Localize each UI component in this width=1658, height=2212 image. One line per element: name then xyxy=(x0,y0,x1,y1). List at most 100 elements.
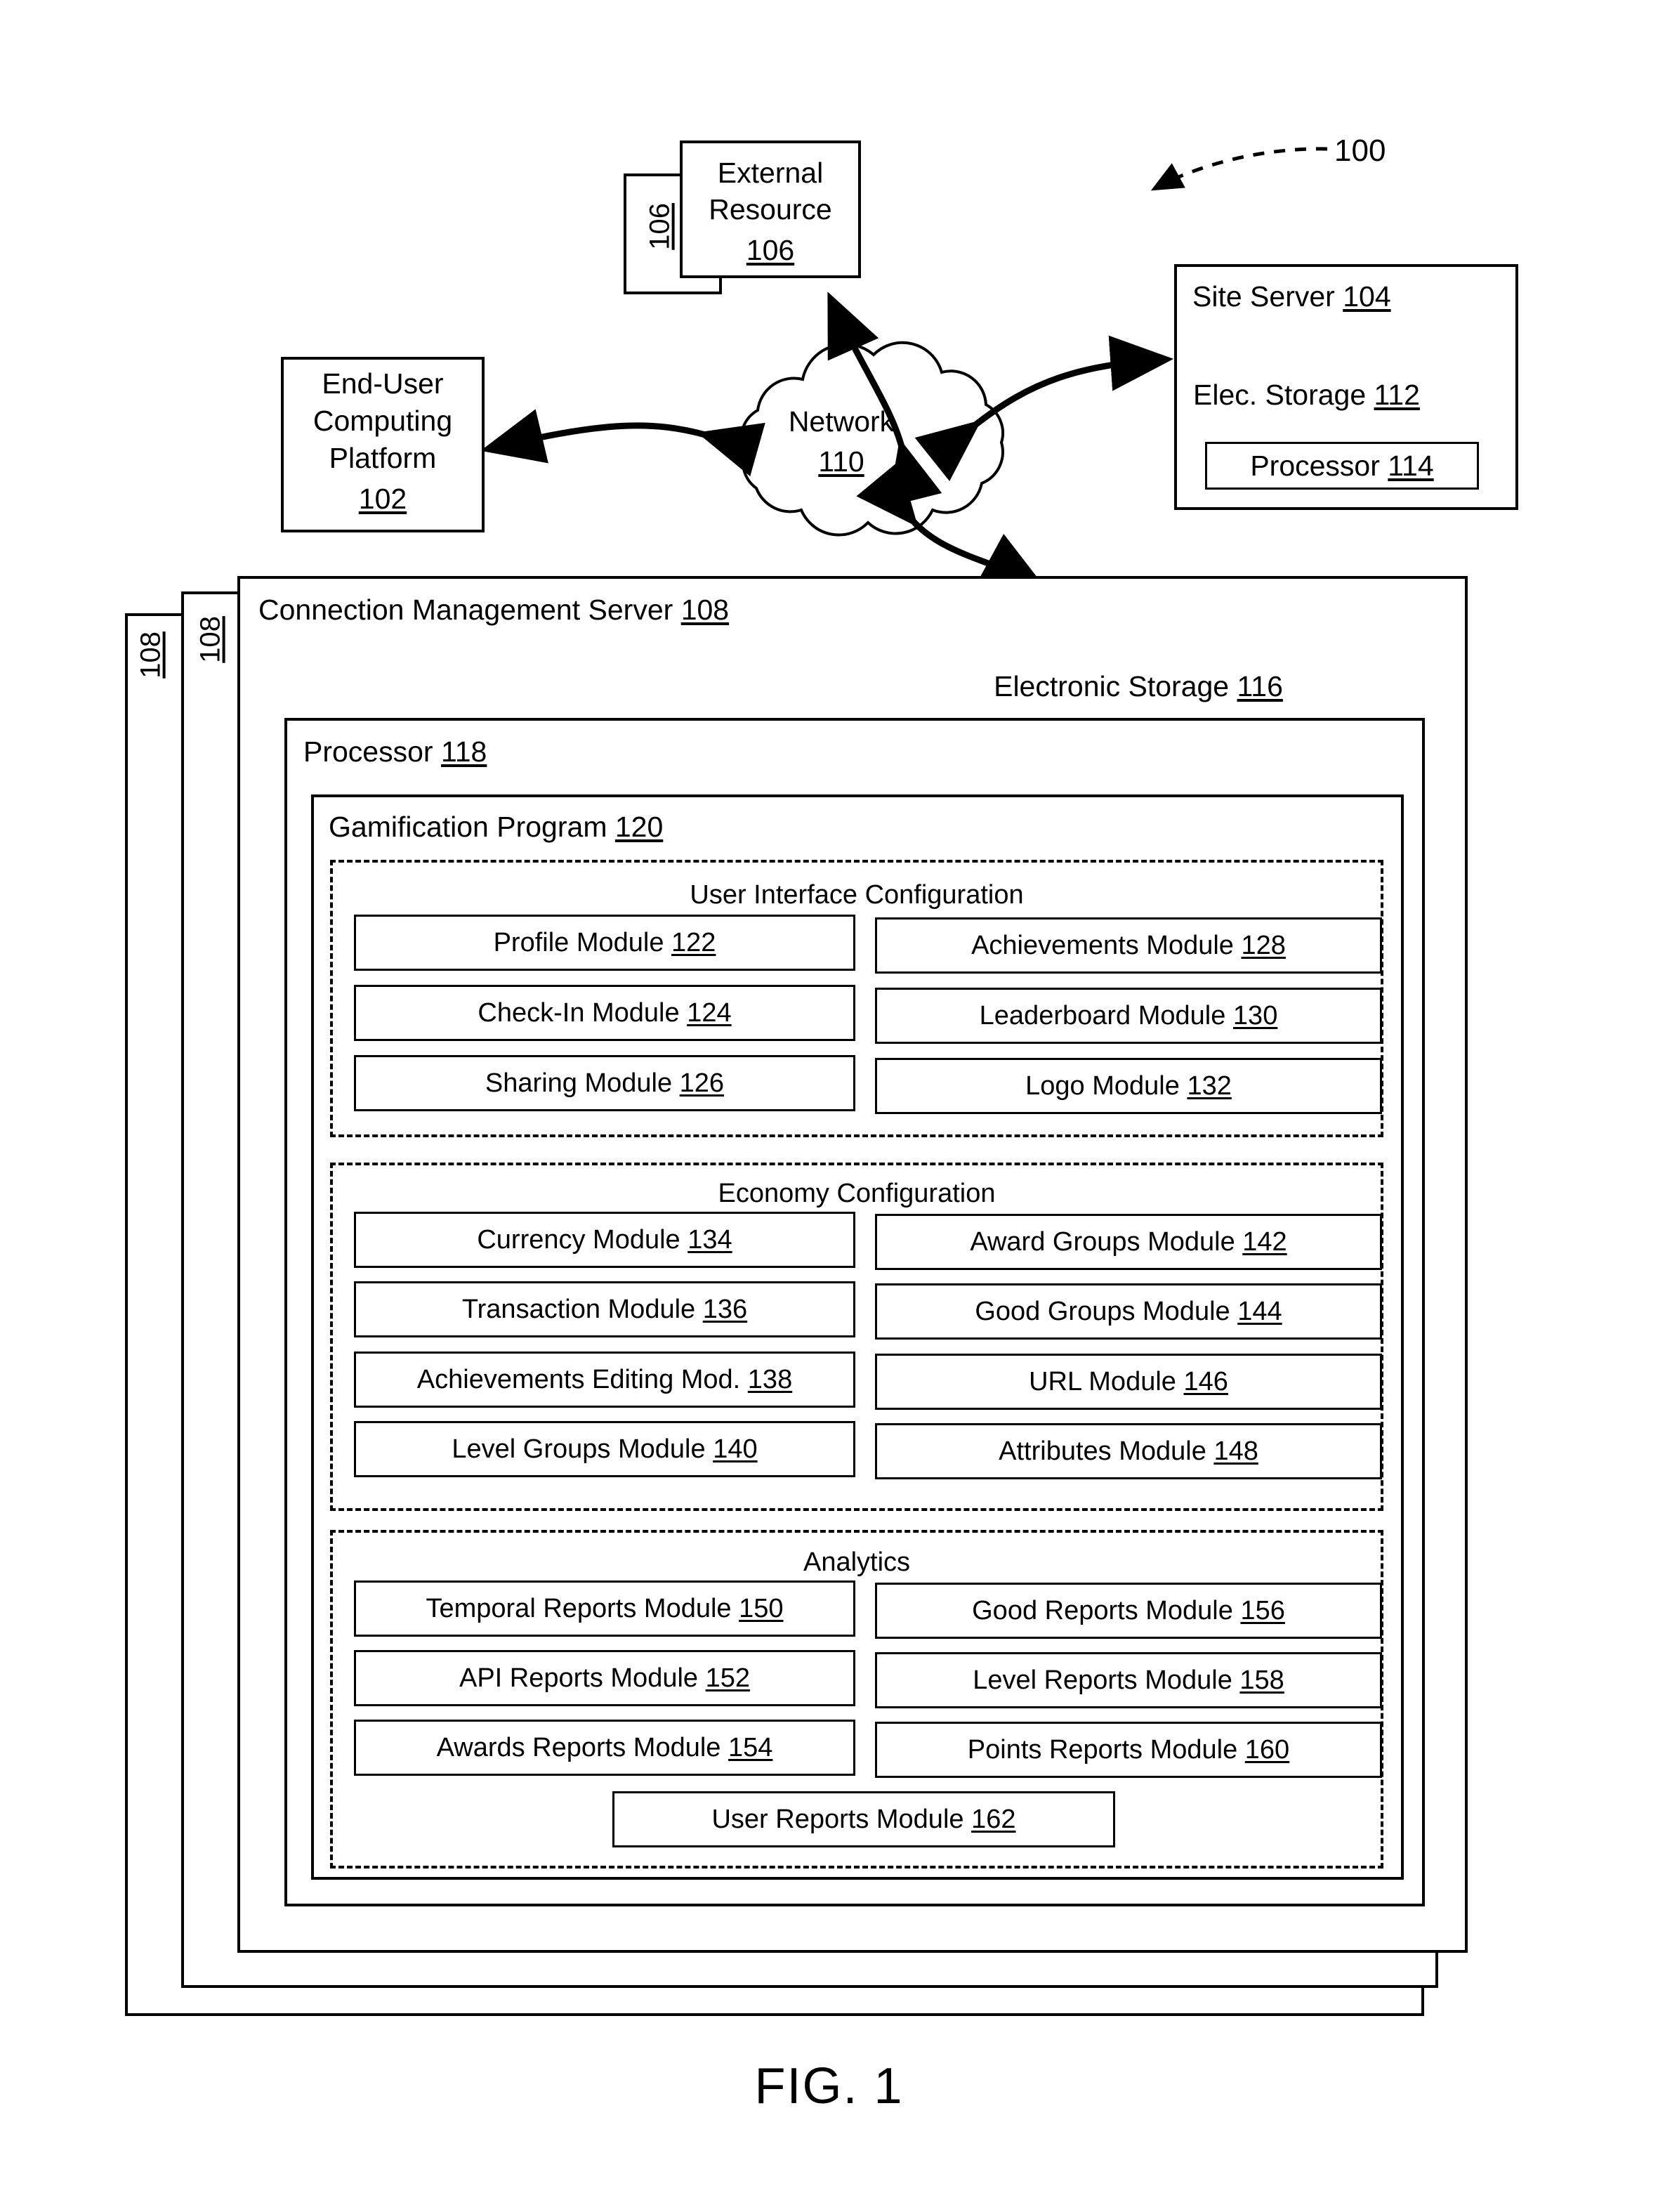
cms-stack-ref-middle: 108 xyxy=(195,616,226,663)
module-good-reports[interactable]: Good Reports Module 156 xyxy=(875,1583,1382,1639)
end-user-platform-ref: 102 xyxy=(358,483,407,515)
module-url[interactable]: URL Module 146 xyxy=(875,1354,1382,1410)
module-points-reports[interactable]: Points Reports Module 160 xyxy=(875,1722,1382,1778)
module-good-reports-ref: 156 xyxy=(1240,1595,1285,1625)
module-points-reports-text: Points Reports Module 160 xyxy=(968,1735,1289,1765)
module-awards-reports[interactable]: Awards Reports Module 154 xyxy=(354,1720,855,1776)
module-level-groups[interactable]: Level Groups Module 140 xyxy=(354,1421,855,1477)
module-currency-text: Currency Module 134 xyxy=(477,1225,732,1255)
module-logo-ref: 132 xyxy=(1187,1071,1232,1101)
module-sharing[interactable]: Sharing Module 126 xyxy=(354,1055,855,1111)
module-profile[interactable]: Profile Module 122 xyxy=(354,915,855,971)
module-level-groups-label: Level Groups Module xyxy=(452,1434,706,1464)
end-user-platform-label-line3: Platform xyxy=(329,442,437,474)
gamification-program-ref: 120 xyxy=(614,811,664,843)
module-good-reports-label: Good Reports Module xyxy=(972,1595,1233,1625)
module-good-groups-label: Good Groups Module xyxy=(975,1296,1230,1326)
module-check-in-ref: 124 xyxy=(687,997,732,1028)
module-profile-ref: 122 xyxy=(671,927,716,957)
module-temporal-reports[interactable]: Temporal Reports Module 150 xyxy=(354,1581,855,1637)
cms-processor-ref: 118 xyxy=(440,735,487,768)
module-good-groups-ref: 144 xyxy=(1237,1296,1282,1326)
module-api-reports-text: API Reports Module 152 xyxy=(459,1663,750,1694)
module-award-groups-text: Award Groups Module 142 xyxy=(970,1227,1287,1257)
module-achievements-editing-ref: 138 xyxy=(747,1364,793,1394)
arrow-cloud-to-connection-management-server xyxy=(856,460,1046,589)
cms-ref: 108 xyxy=(680,594,730,626)
module-logo[interactable]: Logo Module 132 xyxy=(875,1058,1382,1114)
system-ref-leader-line xyxy=(1150,147,1328,191)
module-awards-reports-ref: 154 xyxy=(728,1732,773,1762)
module-leaderboard-text: Leaderboard Module 130 xyxy=(980,1001,1278,1031)
site-server-ref: 104 xyxy=(1343,280,1391,313)
section-title-analytics: Analytics xyxy=(803,1547,911,1577)
module-api-reports-ref: 152 xyxy=(705,1663,751,1693)
module-url-text: URL Module 146 xyxy=(1029,1367,1228,1397)
network-label: Network xyxy=(788,405,895,438)
network-cloud-shape xyxy=(739,341,1005,537)
module-achievements-ref: 128 xyxy=(1241,930,1286,960)
module-user-reports-ref: 162 xyxy=(971,1804,1016,1834)
module-good-reports-text: Good Reports Module 156 xyxy=(972,1596,1285,1626)
module-user-reports[interactable]: User Reports Module 162 xyxy=(612,1791,1115,1847)
gamification-program-title-text: Gamification Program xyxy=(329,811,607,843)
cms-processor-title-text: Processor xyxy=(303,735,433,768)
module-check-in-text: Check-In Module 124 xyxy=(478,998,731,1028)
site-server-processor-box[interactable]: Processor 114 xyxy=(1205,442,1479,490)
section-title-economy-configuration: Economy Configuration xyxy=(718,1179,996,1208)
module-sharing-text: Sharing Module 126 xyxy=(485,1068,724,1099)
module-achievements-editing[interactable]: Achievements Editing Mod. 138 xyxy=(354,1352,855,1408)
module-achievements-label: Achievements Module xyxy=(971,930,1234,960)
external-resource-label-line1: External xyxy=(717,157,824,189)
module-awards-reports-text: Awards Reports Module 154 xyxy=(437,1733,773,1763)
module-points-reports-label: Points Reports Module xyxy=(967,1734,1238,1765)
module-check-in-label: Check-In Module xyxy=(478,997,680,1028)
module-temporal-reports-label: Temporal Reports Module xyxy=(426,1593,732,1623)
external-resource-ref: 106 xyxy=(746,234,795,266)
module-transaction[interactable]: Transaction Module 136 xyxy=(354,1281,855,1337)
arrow-cloud-to-site-server xyxy=(914,335,1174,482)
module-sharing-label: Sharing Module xyxy=(485,1068,673,1098)
module-awards-reports-label: Awards Reports Module xyxy=(436,1732,721,1762)
module-api-reports[interactable]: API Reports Module 152 xyxy=(354,1650,855,1706)
module-transaction-text: Transaction Module 136 xyxy=(462,1295,747,1325)
module-points-reports-ref: 160 xyxy=(1244,1734,1290,1765)
module-transaction-label: Transaction Module xyxy=(461,1294,696,1324)
cms-storage-label-text: Electronic Storage xyxy=(994,670,1230,702)
module-award-groups[interactable]: Award Groups Module 142 xyxy=(875,1214,1382,1270)
module-achievements-editing-text: Achievements Editing Mod. 138 xyxy=(417,1365,792,1395)
module-level-reports[interactable]: Level Reports Module 158 xyxy=(875,1652,1382,1708)
site-server-processor-label: Processor 114 xyxy=(1250,450,1433,483)
site-server-processor-label-text: Processor xyxy=(1250,449,1380,482)
module-temporal-reports-text: Temporal Reports Module 150 xyxy=(426,1594,783,1624)
site-server-storage-label-text: Elec. Storage xyxy=(1193,379,1367,411)
module-award-groups-ref: 142 xyxy=(1242,1226,1287,1257)
module-currency-label: Currency Module xyxy=(477,1224,680,1255)
module-sharing-ref: 126 xyxy=(679,1068,725,1098)
module-leaderboard-label: Leaderboard Module xyxy=(979,1000,1226,1030)
module-url-ref: 146 xyxy=(1183,1366,1228,1396)
module-leaderboard[interactable]: Leaderboard Module 130 xyxy=(875,988,1382,1044)
site-server-title: Site Server 104 xyxy=(1192,280,1391,313)
section-title-user-interface-configuration: User Interface Configuration xyxy=(690,880,1024,910)
module-currency[interactable]: Currency Module 134 xyxy=(354,1212,855,1268)
cms-storage-label: Electronic Storage 116 xyxy=(952,670,1325,703)
module-user-reports-text: User Reports Module 162 xyxy=(711,1805,1015,1835)
module-api-reports-label: API Reports Module xyxy=(459,1663,699,1693)
module-achievements[interactable]: Achievements Module 128 xyxy=(875,917,1382,974)
module-good-groups[interactable]: Good Groups Module 144 xyxy=(875,1283,1382,1340)
module-attributes-label: Attributes Module xyxy=(999,1436,1206,1466)
module-attributes[interactable]: Attributes Module 148 xyxy=(875,1423,1382,1479)
cms-title-text: Connection Management Server xyxy=(258,594,673,626)
module-check-in[interactable]: Check-In Module 124 xyxy=(354,985,855,1041)
module-attributes-ref: 148 xyxy=(1213,1436,1258,1466)
module-profile-text: Profile Module 122 xyxy=(494,928,716,958)
module-user-reports-label: User Reports Module xyxy=(711,1804,964,1834)
module-award-groups-label: Award Groups Module xyxy=(970,1226,1235,1257)
module-level-reports-ref: 158 xyxy=(1239,1665,1284,1695)
gamification-program-title: Gamification Program 120 xyxy=(329,811,663,844)
end-user-platform-label-line2: Computing xyxy=(312,405,453,437)
module-achievements-text: Achievements Module 128 xyxy=(971,931,1286,961)
module-level-groups-text: Level Groups Module 140 xyxy=(452,1434,757,1465)
module-achievements-editing-label: Achievements Editing Mod. xyxy=(416,1364,741,1394)
